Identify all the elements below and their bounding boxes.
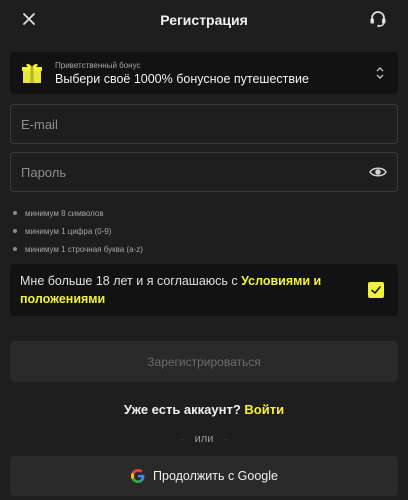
page-title: Регистрация [160, 12, 248, 28]
consent-label: Мне больше 18 лет и я соглашаюсь с [20, 274, 242, 288]
registration-form: Приветственный бонус Выбери своё 1000% б… [0, 52, 408, 496]
gift-icon [22, 63, 42, 83]
divider-text: или [194, 433, 214, 445]
close-icon[interactable] [20, 10, 38, 28]
headset-icon[interactable] [368, 9, 388, 29]
divider: или [10, 433, 398, 445]
password-rule: минимум 1 строчная буква (a-z) [12, 240, 398, 258]
chevron-up-down-icon [376, 67, 384, 79]
bullet-icon [13, 229, 17, 233]
password-rule: минимум 8 символов [12, 204, 398, 222]
eye-icon[interactable] [369, 163, 387, 181]
bonus-value: Выбери своё 1000% бонусное путешествие [55, 71, 309, 86]
password-field[interactable] [10, 152, 398, 192]
bullet-icon [13, 211, 17, 215]
checkmark-icon [371, 286, 381, 294]
rule-text: минимум 1 цифра (0-9) [25, 226, 112, 236]
password-rule: минимум 1 цифра (0-9) [12, 222, 398, 240]
password-rules: минимум 8 символов минимум 1 цифра (0-9)… [10, 204, 398, 258]
rule-text: минимум 1 строчная буква (a-z) [25, 244, 143, 254]
terms-consent: Мне больше 18 лет и я соглашаюсь с Услов… [10, 264, 398, 316]
rule-text: минимум 8 символов [25, 208, 104, 218]
divider-line [180, 438, 185, 440]
google-button-label: Продолжить с Google [153, 469, 278, 483]
email-input[interactable] [21, 116, 387, 132]
google-icon [131, 469, 145, 483]
divider-line [223, 438, 228, 440]
header: Регистрация [0, 0, 408, 40]
email-field[interactable] [10, 104, 398, 144]
bonus-selector[interactable]: Приветственный бонус Выбери своё 1000% б… [10, 52, 398, 94]
login-prompt: Уже есть аккаунт? Войти [10, 402, 398, 417]
password-input[interactable] [21, 164, 369, 180]
register-button[interactable]: Зарегистрироваться [10, 341, 398, 382]
login-question: Уже есть аккаунт? [123, 402, 245, 417]
bullet-icon [13, 247, 17, 251]
login-link[interactable]: Войти [244, 402, 284, 417]
terms-checkbox[interactable] [368, 282, 384, 298]
bonus-label: Приветственный бонус [55, 60, 141, 70]
google-signin-button[interactable]: Продолжить с Google [10, 456, 398, 496]
consent-text: Мне больше 18 лет и я соглашаюсь с Услов… [20, 272, 368, 308]
